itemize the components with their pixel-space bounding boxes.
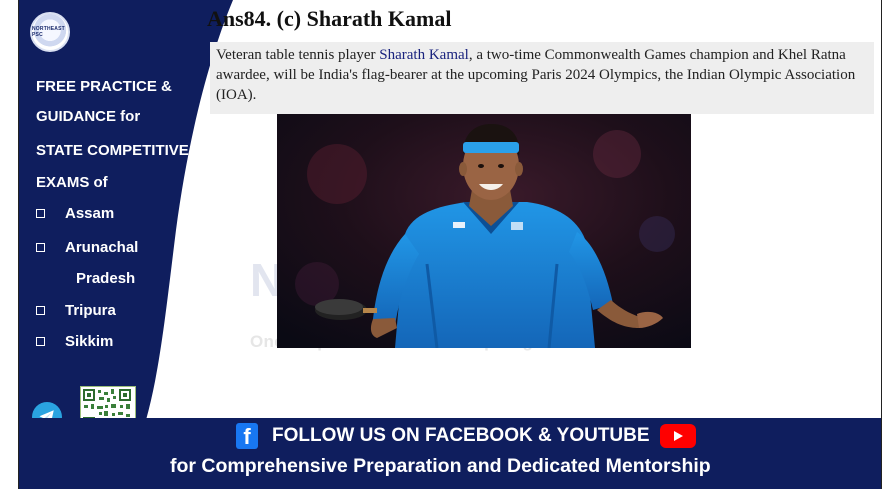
slide: NORTHEAST PSC FREE PRACTICE & GUIDANCE f… (0, 0, 883, 489)
slide-border (18, 0, 882, 489)
